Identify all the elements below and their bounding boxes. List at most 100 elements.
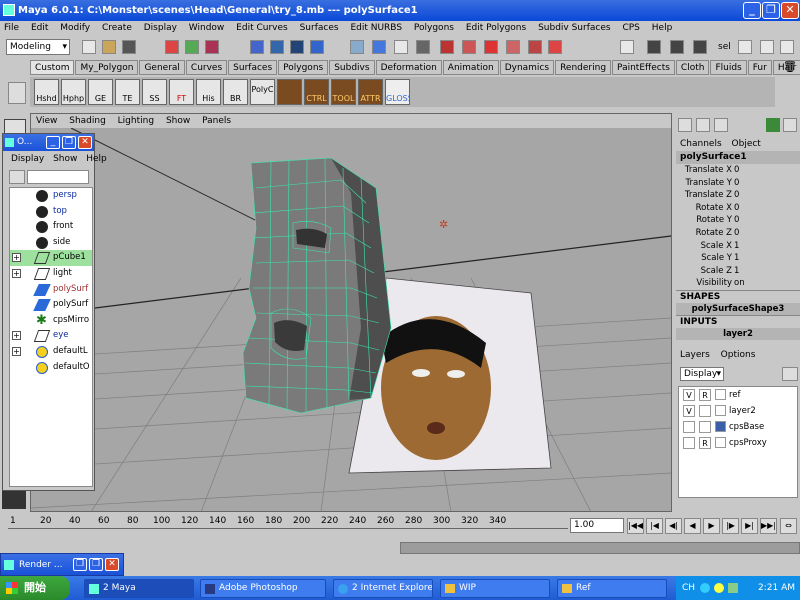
layer-color-swatch[interactable] [715, 389, 726, 400]
shelf-tab-rendering[interactable]: Rendering [555, 60, 612, 75]
lock-selection-icon[interactable] [440, 40, 454, 54]
input-node-name[interactable]: layer2 [676, 327, 800, 340]
step-forward-key-button[interactable]: ▶| [741, 518, 758, 534]
attr-value[interactable]: 1 [734, 240, 739, 253]
menu-edit-polygons[interactable]: Edit Polygons [466, 23, 526, 33]
attr-row[interactable]: Translate Y0 [676, 177, 800, 190]
shelf-tab-dynamics[interactable]: Dynamics [499, 60, 555, 75]
outliner-minimize-button[interactable]: _ [46, 136, 60, 149]
shelf-tab-animation[interactable]: Animation [442, 60, 499, 75]
shelf-tab-surfaces[interactable]: Surfaces [228, 60, 278, 75]
render-view-icon[interactable] [693, 40, 707, 54]
attribute-editor-icon[interactable] [484, 40, 498, 54]
layout-preset-icon[interactable] [2, 489, 26, 509]
render-window-maximize-button[interactable]: ❐ [89, 558, 103, 571]
menu-edit-curves[interactable]: Edit Curves [236, 23, 288, 33]
outliner-item-polysurf-a[interactable]: polySurf [10, 282, 92, 298]
menu-modify[interactable]: Modify [60, 23, 90, 33]
render-globe-icon[interactable] [766, 118, 780, 132]
snap-view-icon[interactable] [310, 40, 324, 54]
taskbar-item-photoshop[interactable]: Adobe Photoshop [200, 579, 326, 598]
shelf-tab-my-polygon[interactable]: My_Polygon [75, 60, 139, 75]
outliner-item-eye[interactable]: + eye [10, 328, 92, 344]
play-forward-button[interactable]: ▶ [703, 518, 720, 534]
shelf-tab-fluids[interactable]: Fluids [710, 60, 747, 75]
shelf-btn-te[interactable]: TE [115, 79, 140, 105]
taskbar-item-internet-explorer[interactable]: 2 Internet Explorer [333, 579, 433, 598]
render-view-window[interactable]: Render ... ❐ ❐ ✕ [0, 553, 124, 576]
move-tool-icon[interactable] [620, 40, 634, 54]
visibility-toggle[interactable] [683, 437, 695, 449]
attr-row[interactable]: Scale Y1 [676, 252, 800, 265]
layer-color-swatch[interactable] [715, 437, 726, 448]
menu-polygons[interactable]: Polygons [414, 23, 454, 33]
shelf-btn-attr[interactable]: ATTR [358, 79, 383, 105]
outliner-search-input[interactable] [27, 170, 89, 184]
time-slider[interactable]: 1 20 40 60 80 100 120 140 160 180 200 22… [0, 512, 570, 540]
attr-row[interactable]: Rotate Y0 [676, 214, 800, 227]
shelf-tab-deformation[interactable]: Deformation [375, 60, 442, 75]
tab-object[interactable]: Object [732, 139, 761, 149]
select-hierarchy-icon[interactable] [165, 40, 179, 54]
snap-point-icon[interactable] [290, 40, 304, 54]
outliner-item-side[interactable]: side [10, 235, 92, 251]
outliner-maximize-button[interactable]: ❐ [62, 136, 76, 149]
close-button[interactable]: ✕ [781, 2, 799, 19]
maximize-button[interactable]: ❐ [762, 2, 780, 19]
shelf-btn-mel-polyc[interactable]: PolyC [250, 79, 275, 105]
step-back-key-button[interactable]: |◀ [646, 518, 663, 534]
outliner-item-defaultlightset[interactable]: + defaultL [10, 344, 92, 360]
new-layer-icon[interactable] [782, 367, 798, 381]
shelf-tab-general[interactable]: General [139, 60, 185, 75]
attr-value[interactable]: 0 [734, 177, 739, 190]
render-frame-icon[interactable] [372, 40, 386, 54]
tray-volume-icon[interactable] [728, 583, 738, 593]
range-handle[interactable] [400, 542, 800, 554]
outliner-close-button[interactable]: ✕ [78, 136, 92, 149]
outliner-menu-help[interactable]: Help [86, 154, 107, 164]
shelf-btn-ctrl[interactable]: CTRL [304, 79, 329, 105]
visibility-toggle[interactable] [683, 421, 695, 433]
attr-row[interactable]: Translate X0 [676, 164, 800, 177]
viewport-menu-show[interactable]: Show [166, 116, 190, 126]
layout-icon[interactable] [780, 40, 794, 54]
menu-edit[interactable]: Edit [31, 23, 48, 33]
attr-value[interactable]: 0 [734, 164, 739, 177]
layer-row-layer2[interactable]: Vlayer2 [679, 403, 797, 419]
menu-help[interactable]: Help [652, 23, 673, 33]
expand-icon[interactable]: + [12, 346, 21, 356]
shelf-tab-subdivs[interactable]: Subdivs [329, 60, 375, 75]
visibility-toggle[interactable]: V [683, 389, 695, 401]
magnet-icon[interactable] [548, 40, 562, 54]
tray-messenger-icon[interactable] [714, 583, 724, 593]
display-type-toggle[interactable] [699, 405, 711, 417]
expand-icon[interactable]: + [12, 268, 21, 278]
shelf-btn-his[interactable]: His [196, 79, 221, 105]
shelf-tab-cloth[interactable]: Cloth [675, 60, 710, 75]
layer-row-cpsbase[interactable]: cpsBase [679, 419, 797, 435]
layer-layout-icon[interactable] [714, 118, 728, 132]
snap-curve-icon[interactable] [270, 40, 284, 54]
render-window-close-button[interactable]: ✕ [105, 558, 119, 571]
expand-icon[interactable]: + [12, 253, 21, 263]
shelf-btn-ge[interactable]: GE [88, 79, 113, 105]
outliner-item-cpsmirror[interactable]: ✱ cpsMirro [10, 313, 92, 329]
tray-network-icon[interactable] [700, 583, 710, 593]
layer-row-ref[interactable]: V Rref [679, 387, 797, 403]
layer-color-swatch[interactable] [715, 421, 726, 432]
outliner-item-light[interactable]: + light [10, 266, 92, 282]
layer-color-swatch[interactable] [715, 405, 726, 416]
ipr-render-icon[interactable] [394, 40, 408, 54]
render-globals-icon[interactable] [416, 40, 430, 54]
taskbar-item-wip[interactable]: WIP [440, 579, 550, 598]
shelf-tab-polygons[interactable]: Polygons [278, 60, 329, 75]
select-component-icon[interactable] [205, 40, 219, 54]
filter-icon[interactable] [9, 170, 25, 184]
layer-menu-layers[interactable]: Layers [680, 350, 710, 360]
language-indicator[interactable]: CH [682, 576, 695, 600]
playback-options-button[interactable]: ⇔ [780, 518, 797, 534]
shelf-tab-fur[interactable]: Fur [747, 60, 772, 75]
attr-value[interactable]: on [734, 277, 745, 290]
shelf-btn-sphere[interactable] [277, 79, 302, 105]
shelf-btn-ss[interactable]: SS [142, 79, 167, 105]
